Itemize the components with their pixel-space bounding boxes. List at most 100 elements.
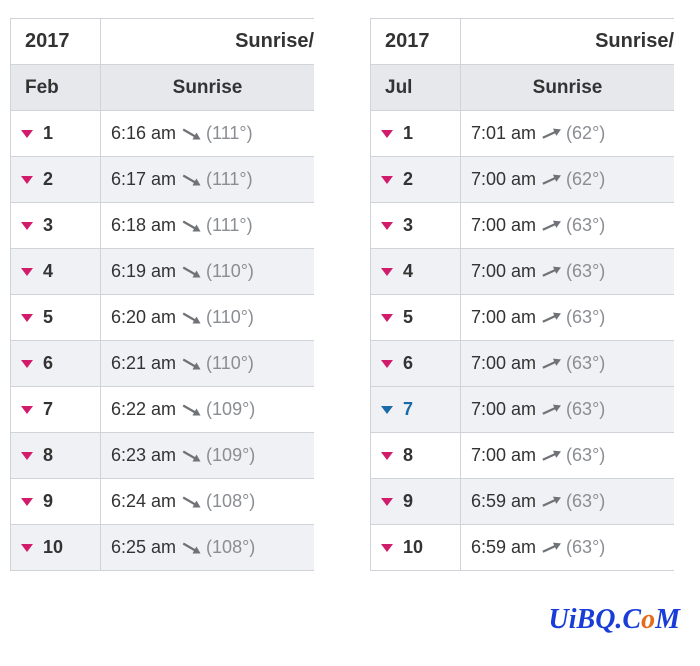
sunrise-azimuth: (111°) [206, 123, 253, 143]
azimuth-arrow-icon [538, 217, 564, 235]
day-cell[interactable]: 7 [371, 387, 461, 433]
sunrise-azimuth: (63°) [566, 307, 605, 327]
azimuth-arrow-icon [538, 263, 564, 281]
day-number: 3 [43, 215, 53, 235]
expand-icon[interactable] [21, 360, 33, 368]
sunrise-cell: 6:17 am(111°) [101, 157, 315, 203]
sunrise-header: Sunrise/ [101, 19, 315, 65]
sunrise-cell: 6:23 am(109°) [101, 433, 315, 479]
day-cell[interactable]: 4 [371, 249, 461, 295]
day-cell[interactable]: 1 [371, 111, 461, 157]
sunrise-cell: 6:16 am(111°) [101, 111, 315, 157]
expand-icon[interactable] [381, 130, 393, 138]
table-row[interactable]: 106:59 am(63°) [371, 525, 675, 571]
day-cell[interactable]: 2 [371, 157, 461, 203]
expand-icon[interactable] [21, 498, 33, 506]
day-cell[interactable]: 8 [371, 433, 461, 479]
expand-icon[interactable] [21, 406, 33, 414]
expand-icon[interactable] [381, 222, 393, 230]
sunrise-cell: 6:59 am(63°) [461, 525, 675, 571]
day-cell[interactable]: 3 [11, 203, 101, 249]
table-row[interactable]: 46:19 am(110°) [11, 249, 315, 295]
expand-icon[interactable] [21, 452, 33, 460]
table-row[interactable]: 3 6:18 am(111°) [11, 203, 315, 249]
sunrise-azimuth: (63°) [566, 537, 605, 557]
table-row[interactable]: 76:22 am(109°) [11, 387, 315, 433]
day-cell[interactable]: 7 [11, 387, 101, 433]
table-row[interactable]: 66:21 am(110°) [11, 341, 315, 387]
sunrise-time: 7:01 am [471, 123, 536, 143]
day-number: 8 [403, 445, 413, 465]
expand-icon[interactable] [381, 314, 393, 322]
month-header: Feb [11, 65, 101, 111]
expand-icon[interactable] [21, 544, 33, 552]
sunrise-cell: 7:00 am(63°) [461, 341, 675, 387]
expand-icon[interactable] [381, 268, 393, 276]
sunrise-time: 6:18 am [111, 215, 176, 235]
table-row[interactable]: 67:00 am(63°) [371, 341, 675, 387]
sunrise-time: 6:22 am [111, 399, 176, 419]
day-cell[interactable]: 9 [11, 479, 101, 525]
year-header: 2017 [371, 19, 461, 65]
day-number: 1 [403, 123, 413, 143]
sunrise-time: 7:00 am [471, 445, 536, 465]
sunrise-azimuth: (110°) [206, 261, 254, 281]
sunrise-time: 6:17 am [111, 169, 176, 189]
expand-icon[interactable] [381, 360, 393, 368]
table-row[interactable]: 16:16 am(111°) [11, 111, 315, 157]
day-number: 8 [43, 445, 53, 465]
day-cell[interactable]: 9 [371, 479, 461, 525]
expand-icon[interactable] [21, 314, 33, 322]
expand-icon[interactable] [381, 452, 393, 460]
day-cell[interactable]: 10 [371, 525, 461, 571]
day-number: 7 [403, 399, 413, 419]
sunrise-table: 2017Sunrise/JulSunrise17:01 am(62°)27:00… [370, 18, 674, 571]
day-number: 4 [403, 261, 413, 281]
table-row[interactable]: 96:59 am(63°) [371, 479, 675, 525]
expand-icon[interactable] [381, 176, 393, 184]
azimuth-arrow-icon [178, 355, 204, 373]
day-cell[interactable]: 5 [11, 295, 101, 341]
azimuth-arrow-icon [538, 447, 564, 465]
table-row[interactable]: 8 6:23 am(109°) [11, 433, 315, 479]
expand-icon[interactable] [21, 176, 33, 184]
sunrise-cell: 6:18 am(111°) [101, 203, 315, 249]
sunrise-time: 6:24 am [111, 491, 176, 511]
expand-icon[interactable] [381, 406, 393, 414]
table-row[interactable]: 17:01 am(62°) [371, 111, 675, 157]
expand-icon[interactable] [381, 544, 393, 552]
day-cell[interactable]: 1 [11, 111, 101, 157]
table-row[interactable]: 26:17 am(111°) [11, 157, 315, 203]
day-cell[interactable]: 10 [11, 525, 101, 571]
sunrise-cell: 7:00 am(63°) [461, 203, 675, 249]
table-row[interactable]: 77:00 am(63°) [371, 387, 675, 433]
day-cell[interactable]: 4 [11, 249, 101, 295]
table-row[interactable]: 96:24 am(108°) [11, 479, 315, 525]
azimuth-arrow-icon [538, 355, 564, 373]
table-row[interactable]: 57:00 am(63°) [371, 295, 675, 341]
expand-icon[interactable] [21, 130, 33, 138]
sunrise-azimuth: (63°) [566, 261, 605, 281]
table-row[interactable]: 106:25 am(108°) [11, 525, 315, 571]
day-number: 5 [403, 307, 413, 327]
year-header: 2017 [11, 19, 101, 65]
day-cell[interactable]: 8 [11, 433, 101, 479]
day-number: 3 [403, 215, 413, 235]
table-row[interactable]: 3 7:00 am(63°) [371, 203, 675, 249]
day-cell[interactable]: 5 [371, 295, 461, 341]
table-row[interactable]: 4 7:00 am(63°) [371, 249, 675, 295]
day-cell[interactable]: 6 [371, 341, 461, 387]
expand-icon[interactable] [381, 498, 393, 506]
table-row[interactable]: 87:00 am(63°) [371, 433, 675, 479]
table-row[interactable]: 56:20 am(110°) [11, 295, 315, 341]
day-cell[interactable]: 6 [11, 341, 101, 387]
sunrise-cell: 7:00 am(63°) [461, 249, 675, 295]
day-cell[interactable]: 2 [11, 157, 101, 203]
expand-icon[interactable] [21, 268, 33, 276]
sunrise-header: Sunrise/ [461, 19, 675, 65]
sunrise-azimuth: (63°) [566, 353, 605, 373]
expand-icon[interactable] [21, 222, 33, 230]
table-row[interactable]: 27:00 am(62°) [371, 157, 675, 203]
sunrise-cell: 6:21 am(110°) [101, 341, 315, 387]
day-cell[interactable]: 3 [371, 203, 461, 249]
